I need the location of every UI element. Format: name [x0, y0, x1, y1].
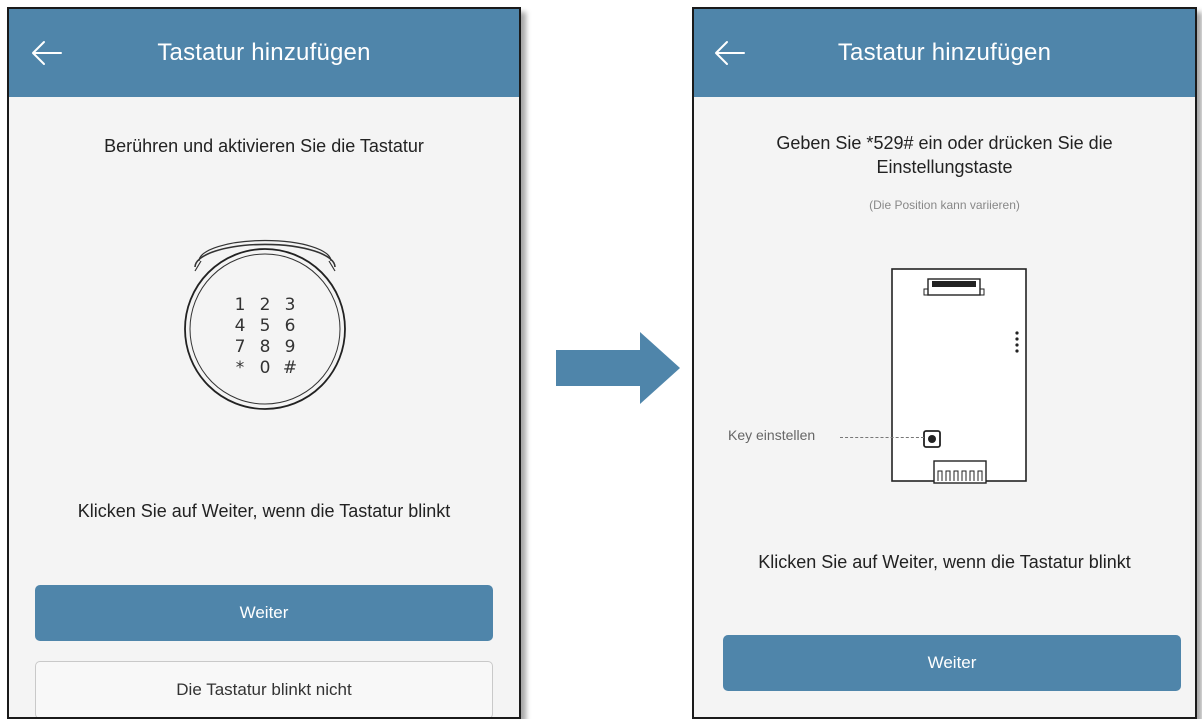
instruction-text-line1: Geben Sie *529# ein oder drücken Sie die	[776, 133, 1113, 153]
key-setting-label: Key einstellen	[728, 427, 816, 443]
header-bar: Tastatur hinzufügen	[9, 9, 519, 97]
page-title: Tastatur hinzufügen	[837, 39, 1052, 66]
screen-add-keypad-step1: Tastatur hinzufügen Berühren und aktivie…	[7, 7, 521, 719]
keypad-key-8: 8	[260, 337, 271, 357]
keypad-key-star: *	[236, 358, 245, 378]
keypad-key-7: 7	[235, 337, 246, 357]
keypad-key-2: 2	[260, 295, 271, 315]
keypad-device-illustration: 1 2 3 4 5 6 7 8 9 * 0 #	[184, 239, 346, 410]
arrow-right-icon	[556, 332, 680, 404]
keypad-key-1: 1	[235, 295, 246, 315]
back-arrow-icon[interactable]	[712, 35, 748, 71]
instruction-text-line2: Einstellungstaste	[876, 157, 1013, 177]
back-arrow-icon[interactable]	[29, 35, 65, 71]
screen-add-keypad-step2: Tastatur hinzufügen Geben Sie *529# ein …	[692, 7, 1197, 719]
hint-text: Klicken Sie auf Weiter, wenn die Tastatu…	[758, 552, 1131, 572]
next-button[interactable]: Weiter	[723, 635, 1181, 691]
instruction-text: Berühren und aktivieren Sie die Tastatur	[104, 136, 424, 156]
keypad-key-5: 5	[260, 316, 271, 336]
keypad-key-3: 3	[285, 295, 296, 315]
keypad-key-4: 4	[235, 316, 246, 336]
position-note: (Die Position kann variieren)	[869, 198, 1020, 212]
keypad-key-hash: #	[283, 358, 297, 378]
keypad-key-0: 0	[260, 358, 271, 378]
key-setting-leader-line	[840, 437, 924, 438]
keypad-key-9: 9	[285, 337, 296, 357]
keypad-key-6: 6	[285, 316, 296, 336]
hint-text: Klicken Sie auf Weiter, wenn die Tastatu…	[77, 501, 451, 521]
keypad-not-blinking-button[interactable]: Die Tastatur blinkt nicht	[35, 661, 493, 717]
page-title: Tastatur hinzufügen	[157, 39, 371, 66]
header-bar: Tastatur hinzufügen	[694, 9, 1195, 97]
circuit-board-illustration	[891, 268, 1027, 484]
next-button[interactable]: Weiter	[35, 585, 493, 641]
